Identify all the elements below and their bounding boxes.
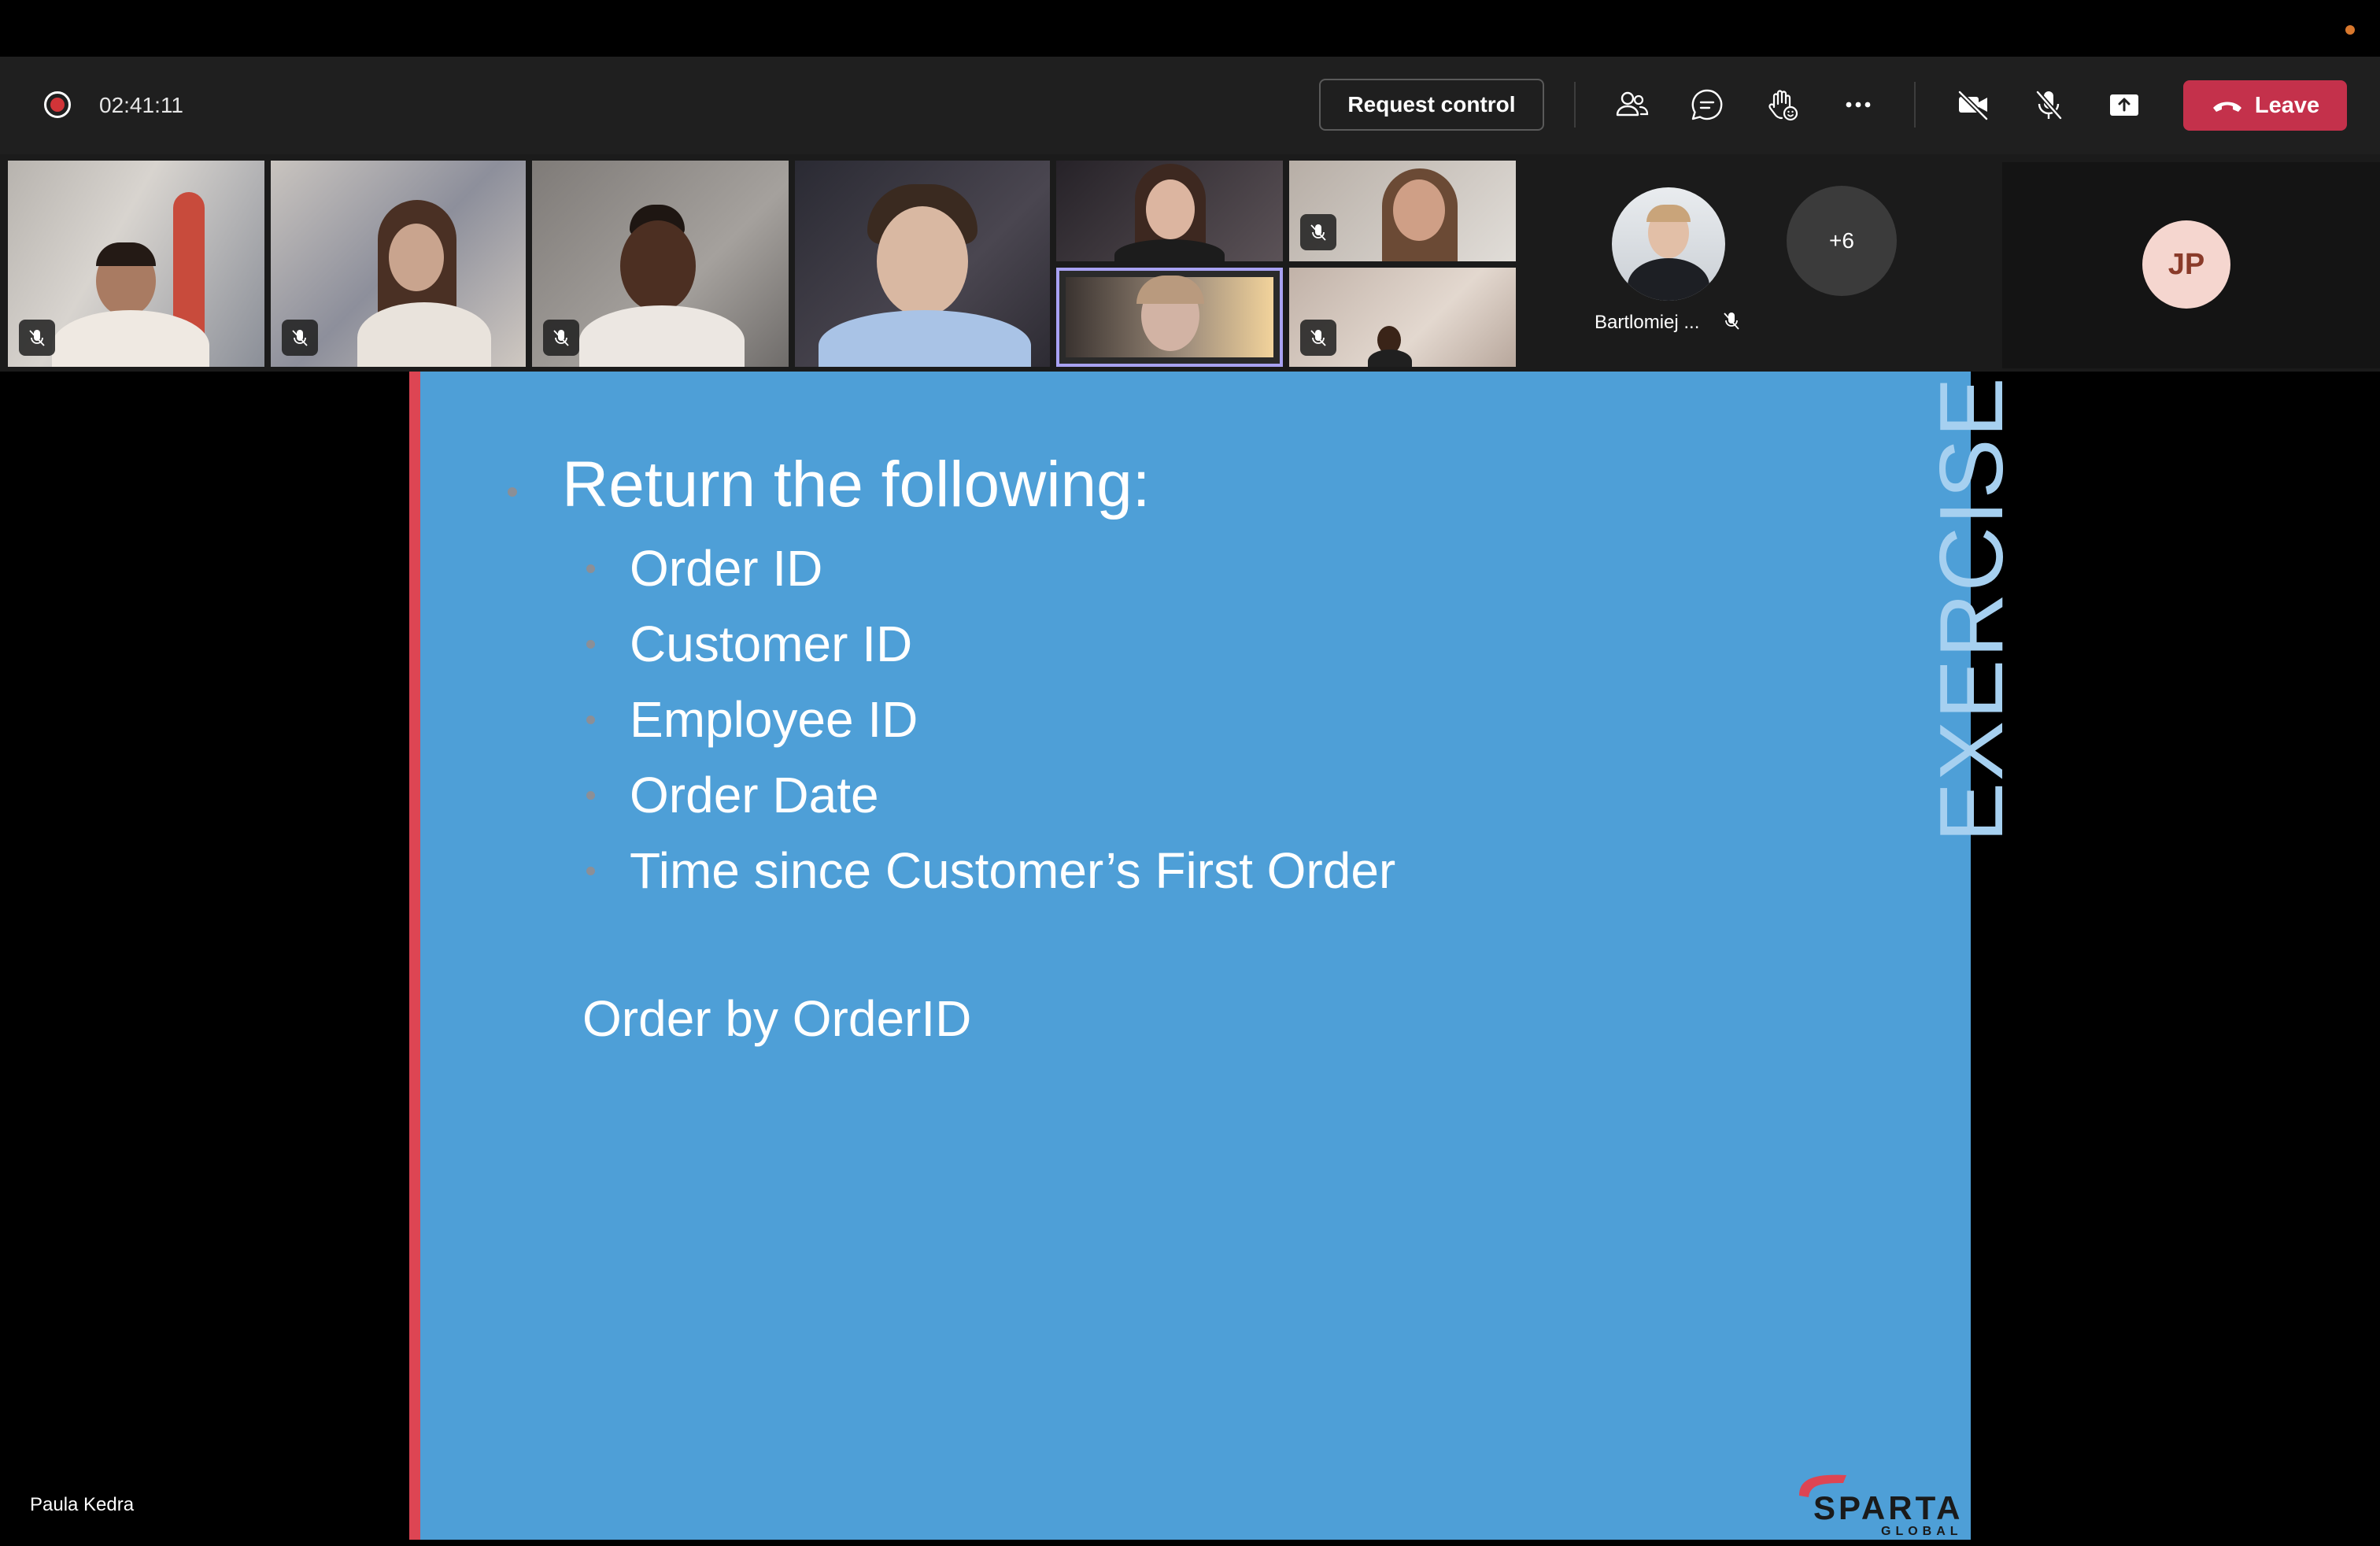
mic-off-icon (2035, 91, 2063, 120)
mic-toggle-button[interactable] (2026, 82, 2071, 128)
mic-off-icon (1724, 313, 1739, 330)
participant-tile[interactable] (271, 161, 526, 367)
muted-indicator (1300, 320, 1336, 356)
mic-off-icon (553, 330, 569, 346)
bullet-marker (586, 716, 595, 724)
reactions-button[interactable] (1760, 82, 1805, 128)
slide-side-label: EXERCISE (1922, 375, 2022, 842)
slide-list-item: Order Date (630, 767, 879, 823)
participant-name: Bartlomiej ... (1595, 312, 1700, 333)
muted-indicator (1300, 214, 1336, 250)
meeting-toolbar (0, 57, 2380, 154)
muted-indicator (1720, 310, 1743, 332)
more-options-button[interactable] (1835, 82, 1881, 128)
slide-instruction: Order by OrderID (582, 990, 972, 1047)
sparta-global-logo: SPARTA GLOBAL (1794, 1467, 1964, 1538)
slide-heading: Return the following: (562, 449, 1151, 520)
slide-list-item: Order ID (630, 540, 823, 597)
self-avatar[interactable]: JP (2142, 220, 2230, 309)
bullet-marker (586, 867, 595, 875)
system-bar (0, 0, 2380, 57)
request-control-button[interactable]: Request control (1319, 79, 1544, 131)
share-screen-button[interactable] (2101, 82, 2147, 128)
participant-tile-active-speaker[interactable] (1056, 268, 1283, 367)
camera-off-icon (1957, 90, 1989, 121)
participants-button[interactable] (1609, 82, 1654, 128)
mic-off-icon (1310, 224, 1326, 241)
mic-off-icon (292, 330, 308, 346)
slide-list-item: Time since Customer’s First Order (630, 842, 1396, 899)
chat-button[interactable] (1684, 82, 1730, 128)
share-screen-icon (2110, 94, 2138, 116)
slide-list-item: Customer ID (630, 616, 913, 672)
participant-tile[interactable] (795, 161, 1050, 367)
leave-button[interactable]: Leave (2183, 80, 2347, 131)
more-participants-button[interactable]: +6 (1787, 186, 1897, 296)
leave-label: Leave (2254, 92, 2320, 118)
toolbar-divider (1574, 82, 1576, 128)
participant-tile[interactable] (1289, 268, 1516, 367)
camera-toggle-button[interactable] (1950, 82, 1996, 128)
participant-tile[interactable] (1056, 161, 1283, 261)
hang-up-icon (2212, 102, 2241, 112)
muted-indicator (19, 320, 55, 356)
mic-off-icon (29, 330, 45, 346)
bullet-marker (586, 791, 595, 800)
bullet-marker (586, 564, 595, 573)
mic-off-icon (1310, 330, 1326, 346)
chat-icon (1691, 89, 1723, 120)
meeting-timer: 02:41:11 (99, 93, 183, 117)
participant-avatar[interactable] (1612, 187, 1725, 301)
recording-icon (44, 91, 71, 118)
more-options-icon (1846, 102, 1871, 108)
muted-indicator (282, 320, 318, 356)
participants-icon (1616, 91, 1649, 117)
presenter-name: Paula Kedra (30, 1494, 135, 1515)
muted-indicator (543, 320, 579, 356)
bullet-marker (586, 640, 595, 649)
raise-hand-icon (1768, 90, 1798, 121)
participant-tile[interactable] (532, 161, 789, 367)
slide-accent-bar (409, 372, 420, 1540)
slide-list-item: Employee ID (630, 691, 918, 748)
participant-tile[interactable] (8, 161, 264, 367)
participant-tile[interactable] (1289, 161, 1516, 261)
logo-subtext: GLOBAL (1881, 1525, 1963, 1538)
bullet-marker (508, 487, 517, 497)
logo-text: SPARTA (1813, 1489, 1963, 1526)
toolbar-divider (1914, 82, 1916, 128)
notification-dot (2345, 25, 2355, 35)
